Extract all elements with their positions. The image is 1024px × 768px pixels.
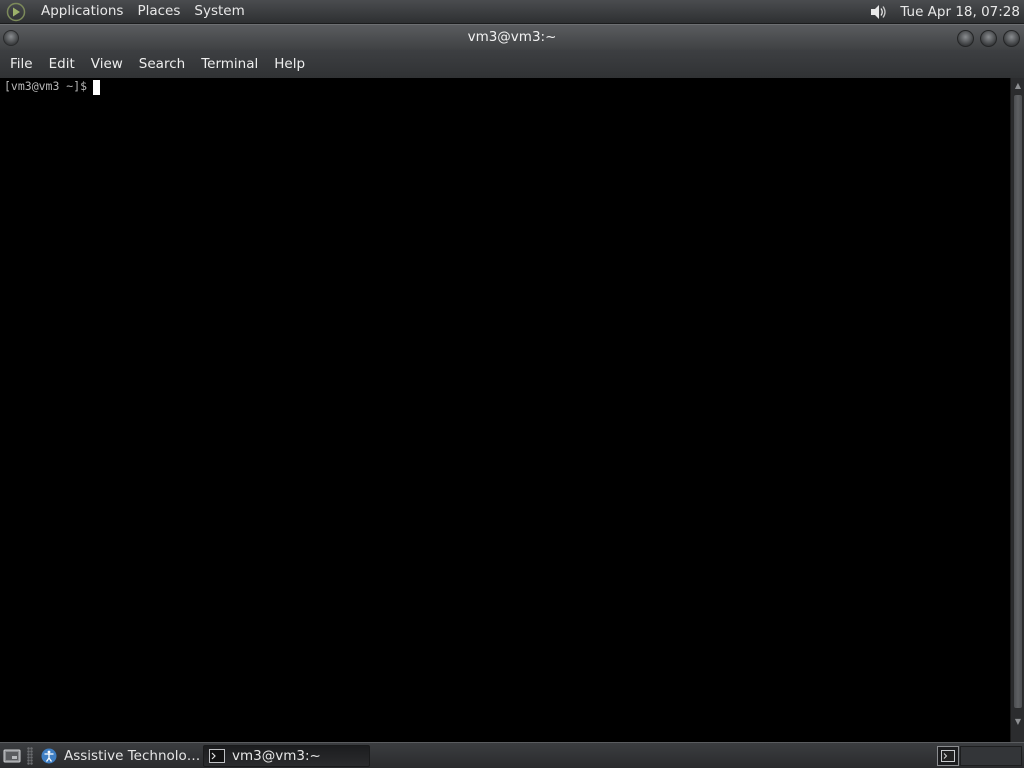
top-panel: Applications Places System Tue Apr 18, 0… [0, 0, 1024, 24]
terminal-window-thumbnail-icon [941, 750, 955, 762]
scroll-down-arrow-icon[interactable]: ▼ [1012, 716, 1024, 728]
workspace-switcher-current[interactable] [937, 746, 959, 766]
taskbar-item-label: Assistive Technologi… [64, 748, 202, 764]
window-title: vm3@vm3:~ [467, 29, 557, 45]
menu-help[interactable]: Help [266, 52, 313, 76]
minimize-button[interactable] [957, 30, 974, 47]
taskbar-item-terminal[interactable]: vm3@vm3:~ [203, 745, 370, 767]
menu-file[interactable]: File [0, 52, 41, 76]
volume-icon[interactable] [866, 0, 890, 24]
terminal-output[interactable]: [vm3@vm3 ~]$ [0, 78, 1010, 742]
terminal-menubar: File Edit View Search Terminal Help [0, 50, 1024, 78]
maximize-button[interactable] [980, 30, 997, 47]
clock[interactable]: Tue Apr 18, 07:28 [896, 1, 1024, 23]
menu-terminal[interactable]: Terminal [193, 52, 266, 76]
panel-handle[interactable] [27, 747, 33, 765]
text-cursor [93, 80, 101, 95]
prompt-line: [vm3@vm3 ~]$ [4, 79, 101, 95]
shell-prompt: [vm3@vm3 ~]$ [4, 79, 88, 93]
taskbar-item-assistive[interactable]: Assistive Technologi… [36, 745, 202, 767]
scroll-up-arrow-icon[interactable]: ▲ [1012, 80, 1024, 92]
accessibility-icon [40, 747, 58, 765]
menu-edit[interactable]: Edit [41, 52, 83, 76]
system-menu[interactable]: System [187, 0, 251, 24]
workspace-switcher-other[interactable] [960, 746, 1022, 766]
bottom-panel: Assistive Technologi… vm3@vm3:~ [0, 742, 1024, 768]
terminal-icon [208, 747, 226, 765]
menu-search[interactable]: Search [131, 52, 193, 76]
terminal-scrollbar[interactable]: ▲ ▼ [1010, 78, 1024, 742]
taskbar-item-label: vm3@vm3:~ [232, 748, 321, 764]
distro-logo-icon[interactable] [5, 1, 27, 23]
close-button[interactable] [1003, 30, 1020, 47]
menu-view[interactable]: View [83, 52, 131, 76]
applications-menu[interactable]: Applications [34, 0, 130, 24]
window-titlebar[interactable]: vm3@vm3:~ [0, 24, 1024, 50]
show-desktop-icon[interactable] [2, 747, 22, 765]
places-menu[interactable]: Places [130, 0, 187, 24]
scrollbar-thumb[interactable] [1013, 94, 1023, 709]
